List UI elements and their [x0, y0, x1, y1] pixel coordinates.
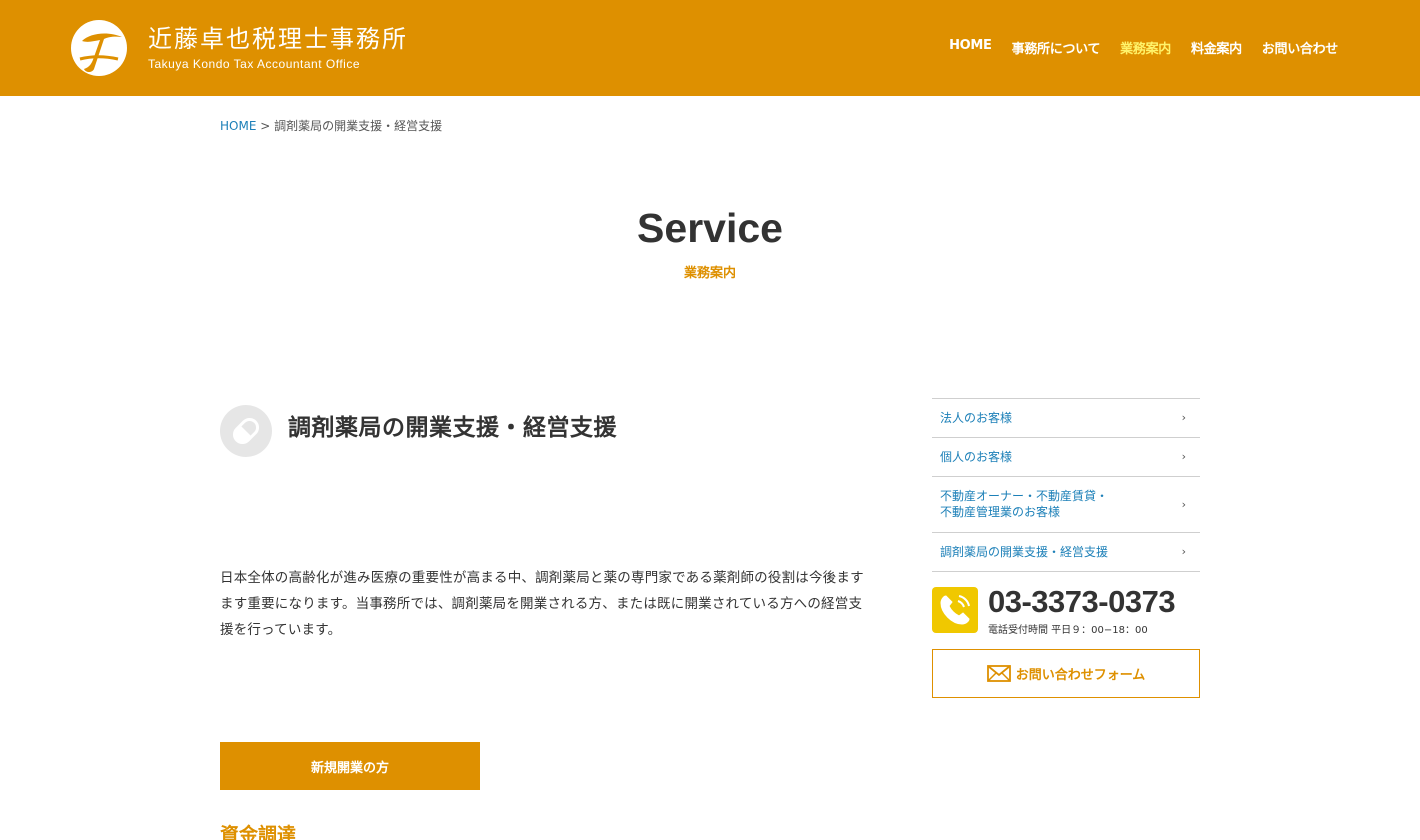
chevron-right-icon: › — [1181, 545, 1186, 558]
sidebar-item-individual[interactable]: 個人のお客様 › — [932, 438, 1200, 477]
global-nav: HOME 事務所について 業務案内 料金案内 お問い合わせ — [949, 38, 1338, 57]
nav-pricing[interactable]: 料金案内 — [1191, 38, 1242, 57]
contact-form-label: お問い合わせフォーム — [1015, 668, 1146, 683]
logo-english-name: Takuya Kondo Tax Accountant Office — [148, 57, 361, 71]
site-header: 近藤卓也税理士事務所 Takuya Kondo Tax Accountant O… — [0, 0, 1420, 96]
breadcrumb-home-link[interactable]: HOME — [220, 119, 256, 133]
tel-hours: 電話受付時間 平日９：00−18：00 — [988, 625, 1148, 636]
section-heading-funding: 資金調達 — [220, 824, 297, 840]
site-logo[interactable]: 近藤卓也税理士事務所 Takuya Kondo Tax Accountant O… — [70, 18, 408, 78]
sidebar-item-label: 個人のお客様 — [940, 450, 1013, 464]
phone-handset-icon — [932, 587, 978, 633]
sidebar-item-label: 不動産オーナー・不動産賃貸・ 不動産管理業のお客様 — [940, 489, 1109, 519]
nav-contact[interactable]: お問い合わせ — [1262, 38, 1339, 57]
breadcrumb-current: 調剤薬局の開業支援・経営支援 — [274, 119, 443, 133]
tel-box: 03-3373-0373 電話受付時間 平日９：00−18：00 — [932, 584, 1200, 636]
breadcrumb: HOME > 調剤薬局の開業支援・経営支援 — [220, 117, 442, 134]
nav-home[interactable]: HOME — [949, 38, 992, 57]
lead-paragraph: 日本全体の高齢化が進み医療の重要性が高まる中、調剤薬局と薬の専門家である薬剤師の… — [220, 570, 864, 638]
mail-envelope-icon — [986, 665, 1011, 682]
chevron-right-icon: › — [1181, 450, 1186, 463]
sidebar-item-label: 調剤薬局の開業支援・経営支援 — [940, 545, 1109, 559]
new-opening-button[interactable]: 新規開業の方 — [220, 742, 480, 790]
breadcrumb-separator: > — [256, 119, 275, 133]
stylized-t-logo-icon — [71, 20, 127, 76]
page-subtitle: 業務案内 — [683, 266, 736, 281]
sidebar-item-corporate[interactable]: 法人のお客様 › — [932, 399, 1200, 438]
logo-text: 近藤卓也税理士事務所 Takuya Kondo Tax Accountant O… — [148, 24, 408, 72]
sidebar-item-label: 法人のお客様 — [940, 411, 1013, 425]
content-heading: 調剤薬局の開業支援・経営支援 — [288, 415, 617, 441]
sidebar-item-real-estate[interactable]: 不動産オーナー・不動産賃貸・ 不動産管理業のお客様 › — [932, 477, 1200, 533]
nav-service[interactable]: 業務案内 — [1120, 38, 1171, 57]
nav-about[interactable]: 事務所について — [1012, 38, 1101, 57]
tel-number[interactable]: 03-3373-0373 — [988, 584, 1176, 620]
sidebar-nav: 法人のお客様 › 個人のお客様 › 不動産オーナー・不動産賃貸・ 不動産管理業の… — [932, 398, 1200, 572]
sidebar-item-pharmacy[interactable]: 調剤薬局の開業支援・経営支援 › — [932, 533, 1200, 572]
logo-japanese-name: 近藤卓也税理士事務所 — [148, 25, 408, 53]
chevron-right-icon: › — [1181, 497, 1186, 511]
chevron-right-icon: › — [1181, 411, 1186, 424]
contact-form-button[interactable]: お問い合わせフォーム — [932, 649, 1200, 698]
capsule-pill-icon — [220, 405, 272, 457]
page-title: Service — [637, 205, 783, 251]
